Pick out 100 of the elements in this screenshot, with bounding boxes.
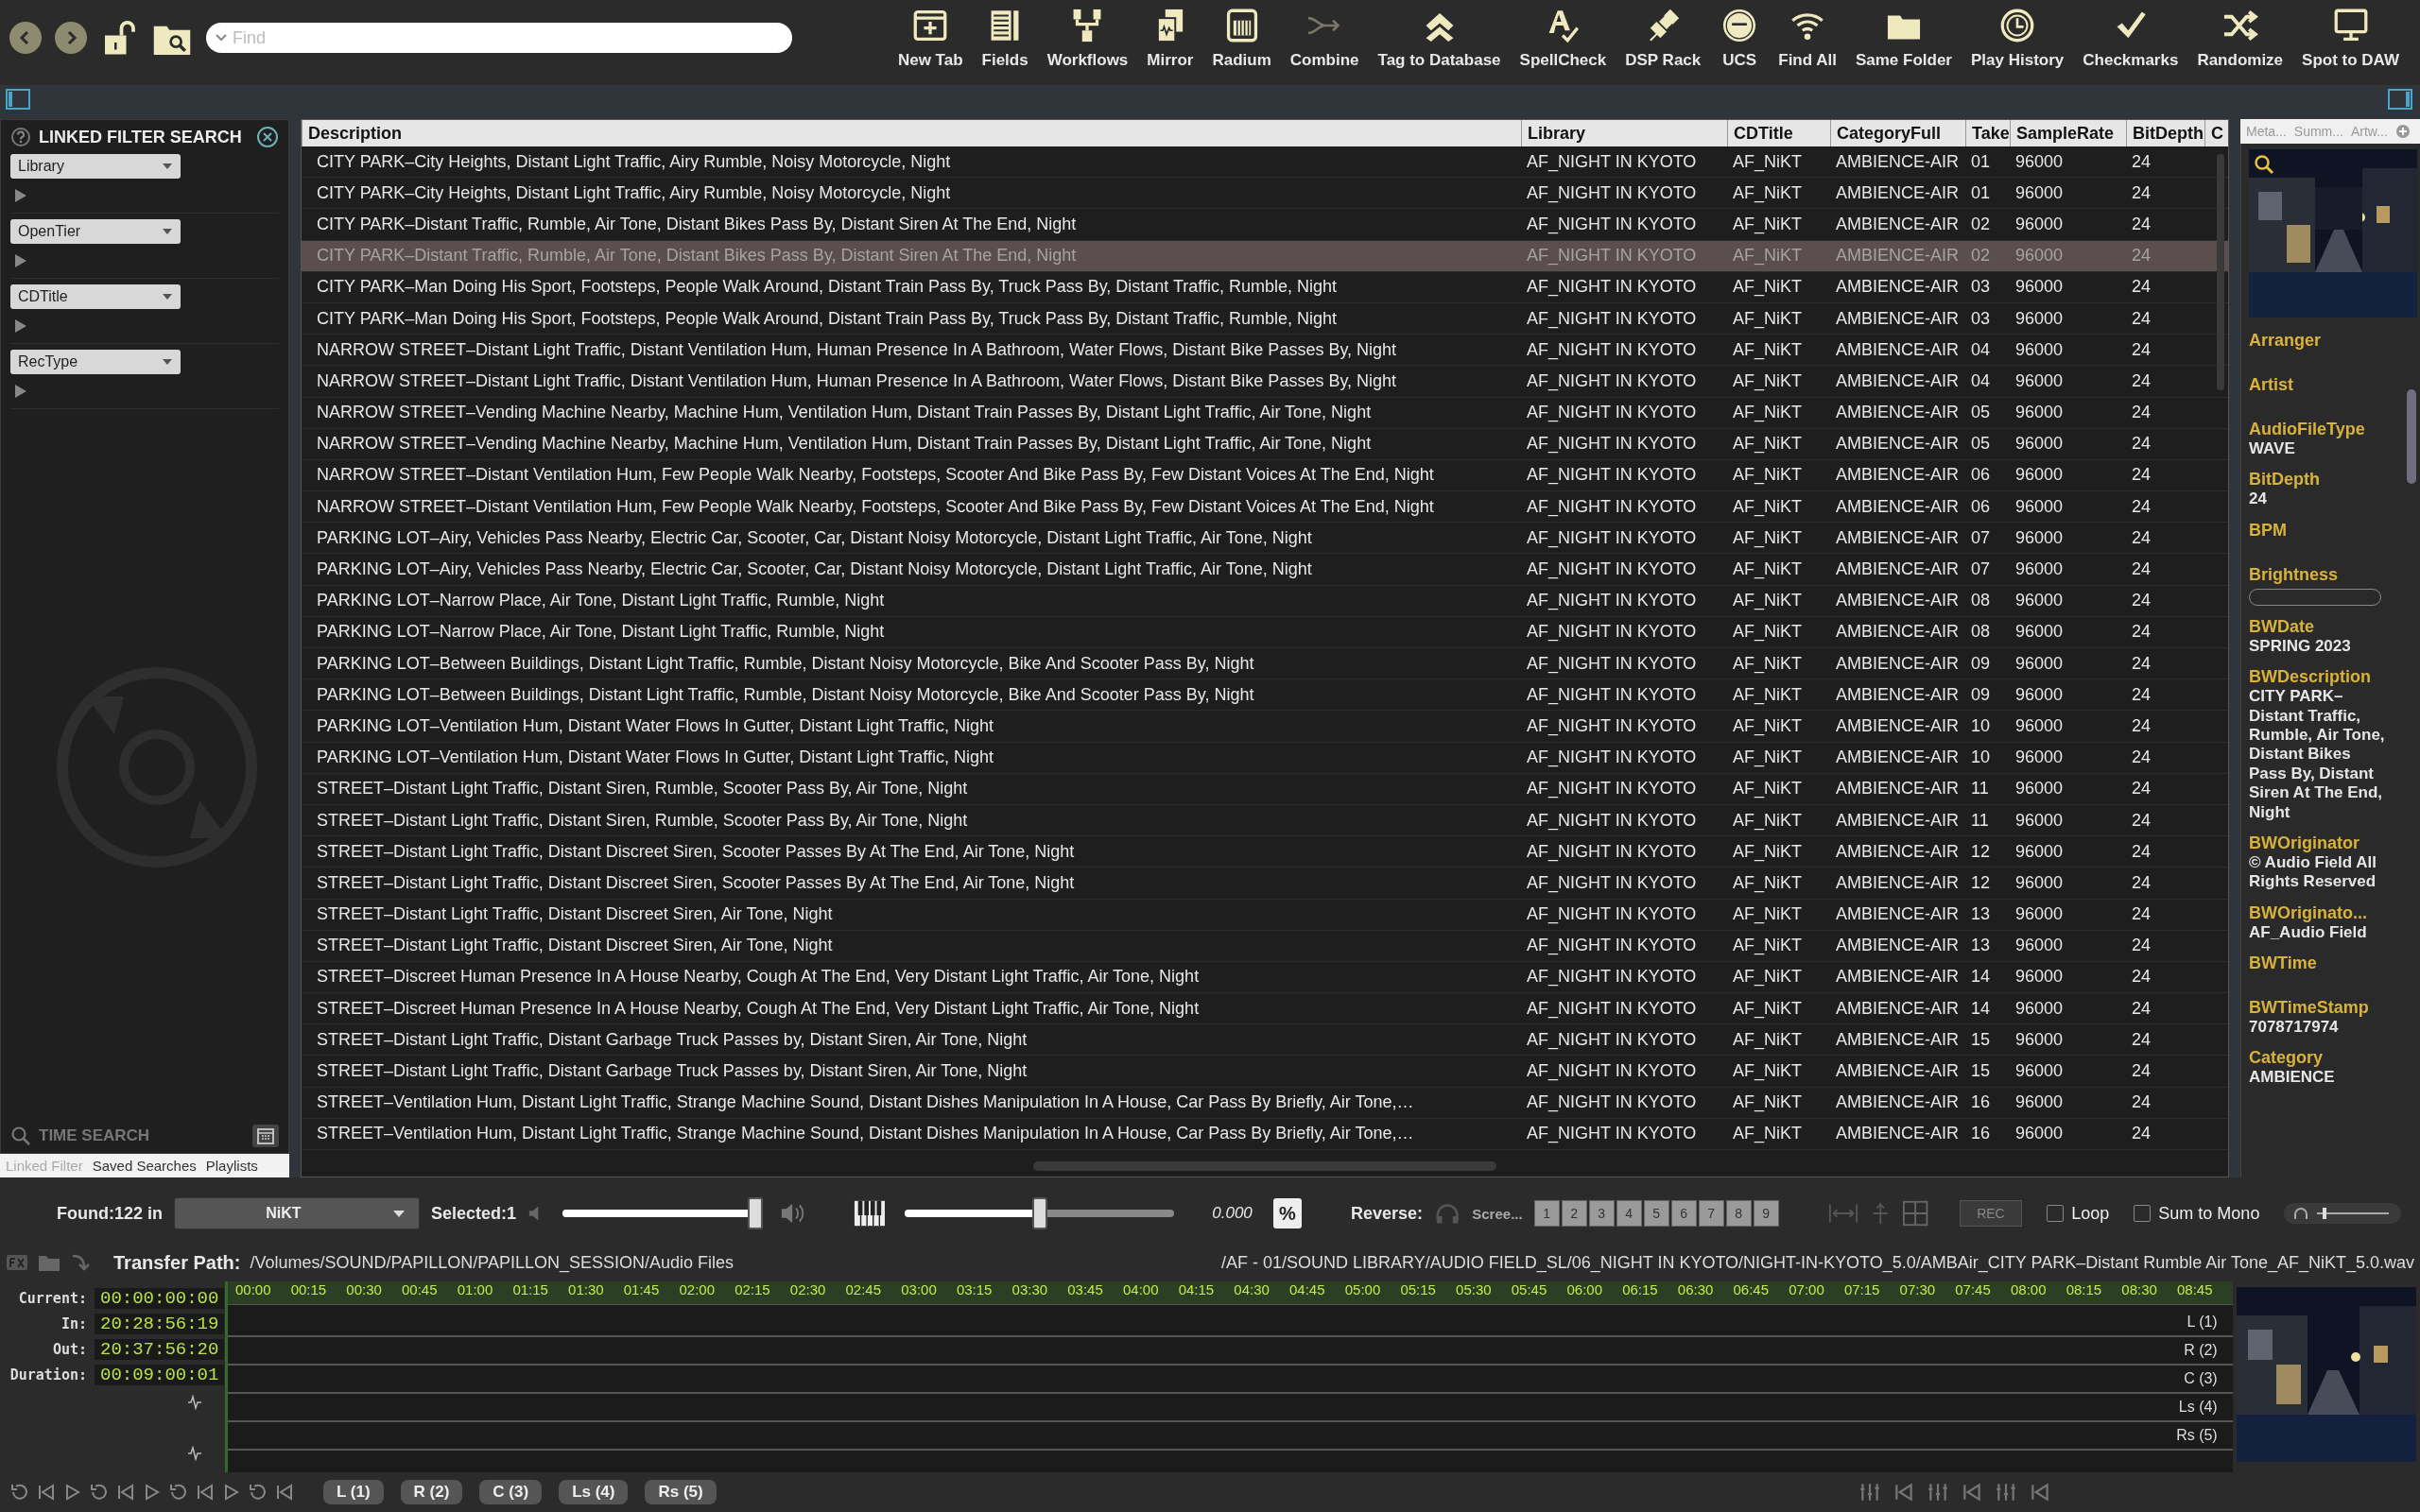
table-row[interactable]: STREET–Discreet Human Presence In A House Nearby, Cough At The End, Very Distant Light Traffic, Air Tone, Night AF_NIGHT IN KYOTO AF_NiKT AMBIENCE-AIR 14 96000 24 (302, 961, 2228, 994)
table-row[interactable]: STREET–Ventilation Hum, Distant Light Traffic, Strange Machine Sound, Distant Dishes Manipulation In A House, Car Pass By Briefly, Air Tone,… AF_NIGHT IN KYOTO AF_NiKT AMBIENCE-AIR 16 96000 24 (302, 1087, 2228, 1119)
channel-button[interactable]: C (3) (479, 1480, 543, 1504)
table-cell-text: 12 (1970, 872, 1992, 893)
table-row[interactable]: STREET–Distant Light Traffic, Distant Discreet Siren, Air Tone, Night AF_NIGHT IN KYOTO AF_NiKT AMBIENCE-AIR 13 96000 24 (302, 930, 2228, 962)
table-cell-text: AF_NIGHT IN KYOTO (1526, 151, 1698, 172)
filter-dropdown[interactable]: OpenTier (10, 219, 181, 244)
panel-tab[interactable]: Saved Searches (92, 1156, 197, 1176)
table-row[interactable]: CITY PARK–City Heights, Distant Light Traffic, Airy Rumble, Noisy Motorcycle, Night AF_NIGHT IN KYOTO AF_NiKT AMBIENCE-AIR 01 96000 24 (302, 146, 2228, 179)
column-header[interactable]: Library (1521, 120, 1727, 146)
table-cell-text: AF_NIGHT IN KYOTO (1526, 1061, 1698, 1082)
ruler-label: 05:15 (1400, 1281, 1437, 1299)
table-row[interactable]: NARROW STREET–Distant Ventilation Hum, Few People Walk Nearby, Footsteps, Scooter And Bike Pass By, Few Distant Voices At The End, Night AF_NIGHT IN KYOTO AF_NiKT AMBIENCE-AIR 06 96000 24 (302, 459, 2228, 492)
table-cell-text: 96000 (2014, 872, 2065, 893)
table-row[interactable]: PARKING LOT–Between Buildings, Distant Light Traffic, Rumble, Distant Noisy Motorcycle, Bike And Scooter Pass By, Night AF_NIGHT IN KYOTO AF_NiKT AMBIENCE-AIR 09 96000 24 (302, 679, 2228, 712)
ruler-label: 06:15 (1622, 1281, 1659, 1299)
table-row[interactable]: NARROW STREET–Vending Machine Nearby, Machine Hum, Ventilation Hum, Distant Train Passes By, Distant Light Traffic, Air Tone, Night AF_NIGHT IN KYOTO AF_NiKT AMBIENCE-AIR 05 96000 24 (302, 397, 2228, 429)
marker-button[interactable]: 7 (1698, 1200, 1724, 1227)
table-cell-text: STREET–Ventilation Hum, Distant Light Traffic, Strange Machine Sound, Distant Dishes Manipulation In A House, Car Pass By Briefly, Air Tone,… (316, 1124, 1415, 1144)
channel-button[interactable]: Rs (5) (645, 1480, 717, 1504)
table-row[interactable]: STREET–Distant Light Traffic, Distant Garbage Truck Passes by, Distant Siren, Air Tone, Night AF_NIGHT IN KYOTO AF_NiKT AMBIENCE-AIR 15 96000 24 (302, 1024, 2228, 1057)
table-cell-text: 13 (1970, 936, 1992, 956)
toolbar-button[interactable]: Tag to Database (1368, 6, 1511, 70)
table-row[interactable]: STREET–Discreet Human Presence In A House Nearby, Cough At The End, Very Distant Light Traffic, Air Tone, Night AF_NIGHT IN KYOTO AF_NiKT AMBIENCE-AIR 14 96000 24 (302, 993, 2228, 1025)
time-search-label: TIME SEARCH (39, 1126, 151, 1145)
column-header[interactable]: CDTitle (1727, 120, 1830, 146)
table-row[interactable]: STREET–Distant Light Traffic, Distant Discreet Siren, Scooter Passes By At The End, Air Tone, Night AF_NIGHT IN KYOTO AF_NiKT AMBIENCE-AIR 12 96000 24 (302, 836, 2228, 868)
table-cell-text: 96000 (2014, 214, 2065, 234)
table-cell-text: 24 (2131, 810, 2152, 831)
table-row[interactable]: STREET–Distant Light Traffic, Distant Siren, Rumble, Scooter Pass By, Air Tone, Night AF_NIGHT IN KYOTO AF_NiKT AMBIENCE-AIR 11 96000 24 (302, 773, 2228, 805)
channel-button[interactable]: L (1) (323, 1480, 384, 1504)
table-cell-text: AF_NiKT (1732, 559, 1803, 580)
column-header[interactable]: Take (1965, 120, 2010, 146)
table-row[interactable]: NARROW STREET–Vending Machine Nearby, Machine Hum, Ventilation Hum, Distant Train Passes By, Distant Light Traffic, Air Tone, Night AF_NIGHT IN KYOTO AF_NiKT AMBIENCE-AIR 05 96000 24 (302, 428, 2228, 460)
table-row[interactable]: STREET–Distant Light Traffic, Distant Discreet Siren, Scooter Passes By At The End, Air Tone, Night AF_NIGHT IN KYOTO AF_NiKT AMBIENCE-AIR 12 96000 24 (302, 868, 2228, 900)
table-row[interactable]: STREET–Distant Light Traffic, Distant Garbage Truck Passes by, Distant Siren, Air Tone, Night AF_NIGHT IN KYOTO AF_NiKT AMBIENCE-AIR 15 96000 24 (302, 1056, 2228, 1088)
marker-button[interactable]: 1 (1533, 1200, 1560, 1227)
table-cell-text: AMBIENCE-AIR (1835, 967, 1961, 988)
filter-dropdown[interactable]: RecType (10, 350, 181, 374)
channel-label: Ls (4) (2177, 1399, 2219, 1416)
marker-button[interactable]: 4 (1616, 1200, 1642, 1227)
toolbar-button[interactable]: UCS (1710, 6, 1770, 70)
table-cell-text: AF_NiKT (1732, 779, 1803, 799)
filter-dropdown[interactable]: CDTitle (10, 284, 181, 309)
table-cell-text: AMBIENCE-AIR (1835, 715, 1961, 736)
marker-button[interactable]: 8 (1725, 1200, 1752, 1227)
marker-button[interactable]: 3 (1588, 1200, 1615, 1227)
ruler-label: 04:00 (1122, 1281, 1160, 1299)
marker-button[interactable]: 9 (1753, 1200, 1779, 1227)
table-row[interactable]: PARKING LOT–Airy, Vehicles Pass Nearby, Electric Car, Scooter, Car, Distant Noisy Motorcycle, Distant Light Traffic, Air Tone, Night AF_NIGHT IN KYOTO AF_NiKT AMBIENCE-AIR 07 96000 24 (302, 554, 2228, 586)
marker-button[interactable]: 6 (1670, 1200, 1697, 1227)
toolbar-button[interactable]: Find All (1769, 6, 1846, 70)
table-cell-text: AF_NiKT (1732, 684, 1803, 705)
search-field[interactable]: Find (206, 23, 792, 53)
table-row[interactable]: PARKING LOT–Airy, Vehicles Pass Nearby, Electric Car, Scooter, Car, Distant Noisy Motorcycle, Distant Light Traffic, Air Tone, Night AF_NIGHT IN KYOTO AF_NiKT AMBIENCE-AIR 07 96000 24 (302, 523, 2228, 555)
table-row[interactable]: NARROW STREET–Distant Ventilation Hum, Few People Walk Nearby, Footsteps, Scooter And Bike Pass By, Few Distant Voices At The End, Night AF_NIGHT IN KYOTO AF_NiKT AMBIENCE-AIR 06 96000 24 (302, 491, 2228, 524)
percent-button[interactable]: % (1272, 1198, 1302, 1228)
toolbar-button[interactable]: Same Folder (1845, 6, 1962, 70)
table-row[interactable]: STREET–Distant Light Traffic, Distant Discreet Siren, Air Tone, Night AF_NIGHT IN KYOTO AF_NiKT AMBIENCE-AIR 13 96000 24 (302, 899, 2228, 931)
table-row[interactable]: PARKING LOT–Ventilation Hum, Distant Water Flows In Gutter, Distant Light Traffic, Night AF_NIGHT IN KYOTO AF_NiKT AMBIENCE-AIR 10 96000 24 (302, 742, 2228, 774)
table-cell-text: AF_NiKT (1732, 998, 1803, 1019)
table-row[interactable]: PARKING LOT–Narrow Place, Air Tone, Distant Light Traffic, Rumble, Night AF_NIGHT IN KYOTO AF_NiKT AMBIENCE-AIR 08 96000 24 (302, 585, 2228, 617)
toolbar-button[interactable]: Workflows (1037, 6, 1138, 70)
channel-button[interactable]: R (2) (400, 1480, 463, 1504)
table-row[interactable]: PARKING LOT–Narrow Place, Air Tone, Distant Light Traffic, Rumble, Night AF_NIGHT IN KYOTO AF_NiKT AMBIENCE-AIR 08 96000 24 (302, 616, 2228, 648)
column-header[interactable]: SampleRate (2010, 120, 2126, 146)
field-label: BWDescription (2249, 667, 2372, 688)
toolbar-button[interactable]: Radium (1202, 6, 1281, 70)
table-row[interactable]: NARROW STREET–Distant Light Traffic, Distant Ventilation Hum, Human Presence In A Bathroom, Water Flows, Distant Bike Passes By, Night AF_NIGHT IN KYOTO AF_NiKT AMBIENCE-AIR 04 96000 24 (302, 366, 2228, 398)
filter-dropdown[interactable]: Library (10, 154, 181, 179)
marker-button[interactable]: 2 (1561, 1200, 1587, 1227)
toolbar-button[interactable]: Mirror (1137, 6, 1203, 70)
table-cell-text: AF_NIGHT IN KYOTO (1526, 1092, 1698, 1113)
column-header[interactable]: CategoryFull (1830, 120, 1965, 146)
marker-button[interactable]: 5 (1643, 1200, 1669, 1227)
table-cell-text: 96000 (2014, 715, 2065, 736)
toolbar-button[interactable]: Play History (1962, 6, 2074, 70)
toolbar-button[interactable]: Checkmarks (2073, 6, 2188, 70)
toolbar-button[interactable]: DSP Rack (1616, 6, 1711, 70)
column-header[interactable]: Description (302, 120, 1521, 146)
table-cell-text: 96000 (2014, 591, 2065, 611)
table-cell-text: AF_NIGHT IN KYOTO (1526, 841, 1698, 862)
table-row[interactable]: STREET–Distant Light Traffic, Distant Siren, Rumble, Scooter Pass By, Air Tone, Night AF_NIGHT IN KYOTO AF_NiKT AMBIENCE-AIR 11 96000 24 (302, 804, 2228, 837)
toolbar-button[interactable]: SpellCheck (1510, 6, 1616, 70)
ruler-label: 02:30 (789, 1281, 827, 1299)
channel-button[interactable]: Ls (4) (559, 1480, 629, 1504)
toolbar-button[interactable]: New Tab (888, 6, 973, 70)
column-header[interactable]: C (2204, 120, 2228, 146)
table-cell-text: AMBIENCE-AIR (1835, 622, 1961, 643)
table-row[interactable]: STREET–Ventilation Hum, Distant Light Traffic, Strange Machine Sound, Distant Dishes Manipulation In A House, Car Pass By Briefly, Air Tone,… AF_NIGHT IN KYOTO AF_NiKT AMBIENCE-AIR 16 96000 24 (302, 1118, 2228, 1150)
library-dropdown[interactable]: NiKT (174, 1197, 420, 1229)
table-cell-text: 06 (1970, 496, 1992, 517)
toolbar-button[interactable]: Spot to DAW (2292, 6, 2409, 70)
table-cell-text: PARKING LOT–Narrow Place, Air Tone, Distant Light Traffic, Rumble, Night (316, 591, 886, 611)
table-row[interactable]: PARKING LOT–Between Buildings, Distant Light Traffic, Rumble, Distant Noisy Motorcycle, Bike And Scooter Pass By, Night AF_NIGHT IN KYOTO AF_NiKT AMBIENCE-AIR 09 96000 24 (302, 648, 2228, 680)
table-row[interactable]: PARKING LOT–Ventilation Hum, Distant Water Flows In Gutter, Distant Light Traffic, Night AF_NIGHT IN KYOTO AF_NiKT AMBIENCE-AIR 10 96000 24 (302, 711, 2228, 743)
toolbar-button[interactable]: Fields (972, 6, 1038, 70)
panel-tab[interactable]: Playlists (205, 1156, 258, 1176)
toolbar-button[interactable]: Randomize (2187, 6, 2293, 70)
column-header[interactable]: BitDepth (2126, 120, 2204, 146)
